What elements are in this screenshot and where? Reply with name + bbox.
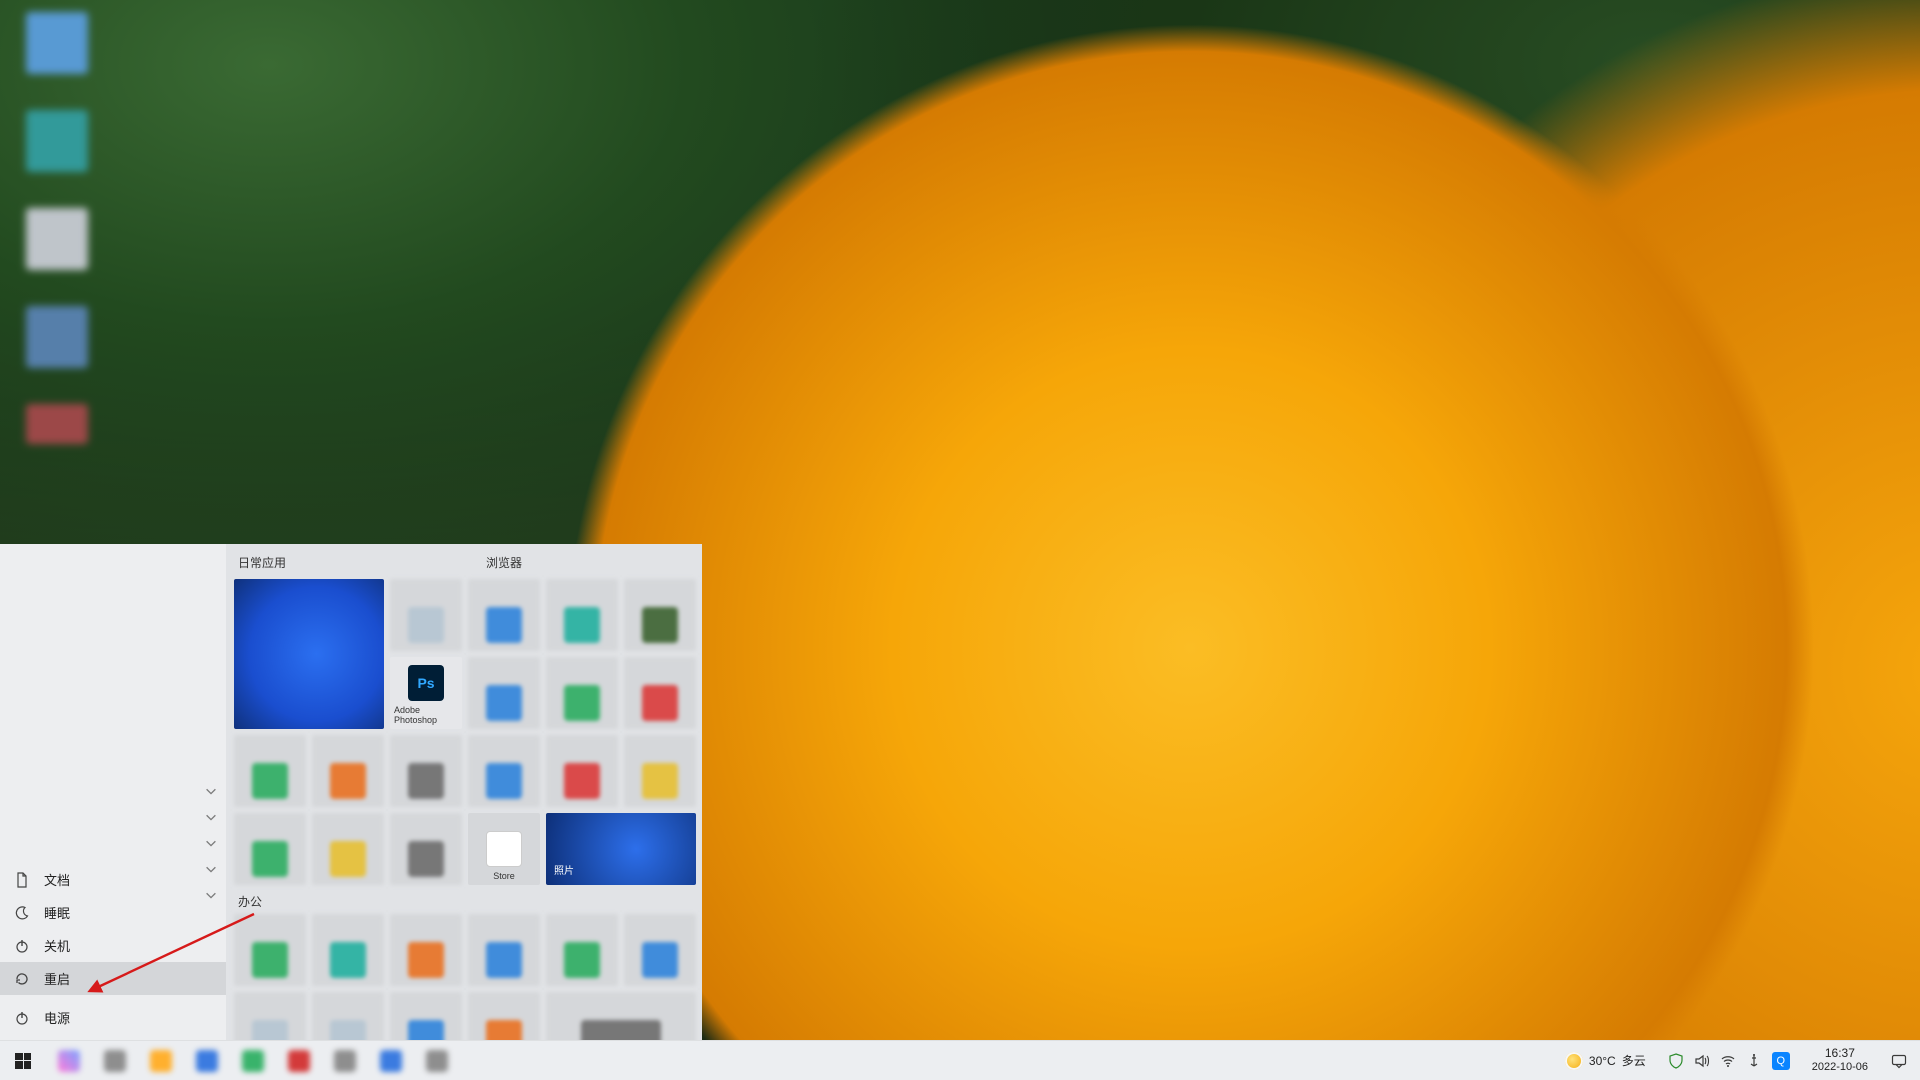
- tile[interactable]: [546, 657, 618, 729]
- moon-icon: [14, 905, 30, 921]
- tile-group-title: 日常应用: [238, 554, 286, 571]
- tile-label: Store: [493, 871, 515, 881]
- sidebar-item-shutdown[interactable]: 关机: [0, 929, 226, 962]
- tray-app-icon[interactable]: Q: [1772, 1052, 1790, 1070]
- taskbar-app[interactable]: [92, 1041, 138, 1080]
- desktop-icon[interactable]: [26, 110, 88, 172]
- tile[interactable]: [234, 914, 306, 986]
- speaker-icon[interactable]: [1694, 1053, 1710, 1069]
- chevron-down-icon[interactable]: [204, 888, 218, 902]
- taskbar-app[interactable]: [368, 1041, 414, 1080]
- tile[interactable]: [312, 813, 384, 885]
- sidebar-expanders: [204, 784, 218, 902]
- taskbar-app[interactable]: [322, 1041, 368, 1080]
- sidebar-item-documents[interactable]: 文档: [0, 863, 226, 896]
- taskbar-pinned-apps: [46, 1041, 460, 1080]
- desktop-icons: [26, 12, 88, 444]
- power-icon: [14, 938, 30, 954]
- taskbar-clock[interactable]: 16:37 2022-10-06: [1804, 1047, 1876, 1073]
- tile[interactable]: [468, 579, 540, 651]
- tile-store[interactable]: Store: [468, 813, 540, 885]
- chevron-down-icon[interactable]: [204, 862, 218, 876]
- start-menu-tiles: 日常应用 浏览器 PsAdobe Photoshop Store 照片: [226, 544, 702, 1040]
- chevron-down-icon[interactable]: [204, 784, 218, 798]
- action-center-icon: [1891, 1053, 1907, 1069]
- wifi-icon[interactable]: [1720, 1053, 1736, 1069]
- tile[interactable]: [390, 914, 462, 986]
- start-menu-sidebar: 文档 睡眠 关机 重启: [0, 544, 226, 1040]
- taskbar-app[interactable]: [138, 1041, 184, 1080]
- tile[interactable]: [312, 914, 384, 986]
- sidebar-item-restart[interactable]: 重启: [0, 962, 226, 995]
- start-button[interactable]: [0, 1041, 46, 1080]
- chevron-down-icon[interactable]: [204, 836, 218, 850]
- tile[interactable]: [546, 735, 618, 807]
- desktop-icon[interactable]: [26, 208, 88, 270]
- usb-icon[interactable]: [1746, 1053, 1762, 1069]
- desktop-icon[interactable]: [26, 404, 88, 444]
- taskbar-app[interactable]: [46, 1041, 92, 1080]
- taskbar: 30°C 多云 Q 16:37 2022-10-06: [0, 1040, 1920, 1080]
- taskbar-app[interactable]: [184, 1041, 230, 1080]
- taskbar-weather[interactable]: 30°C 多云: [1557, 1041, 1654, 1080]
- weather-cond: 多云: [1622, 1052, 1646, 1069]
- tile[interactable]: [546, 992, 696, 1040]
- start-menu: 文档 睡眠 关机 重启: [0, 544, 702, 1040]
- tile-group-title: 浏览器: [486, 554, 522, 571]
- tile[interactable]: [468, 657, 540, 729]
- chevron-down-icon[interactable]: [204, 810, 218, 824]
- sidebar-item-label: 文档: [44, 870, 70, 889]
- tile[interactable]: [624, 735, 696, 807]
- tile-label: 照片: [550, 858, 578, 881]
- tile-group-title: 办公: [232, 889, 696, 910]
- tile[interactable]: [468, 992, 540, 1040]
- taskbar-app[interactable]: [414, 1041, 460, 1080]
- tile[interactable]: [312, 992, 384, 1040]
- tile[interactable]: [390, 735, 462, 807]
- tile[interactable]: [624, 914, 696, 986]
- taskbar-app[interactable]: [230, 1041, 276, 1080]
- sidebar-item-power[interactable]: 电源: [0, 1001, 226, 1034]
- action-center-button[interactable]: [1884, 1041, 1914, 1080]
- power-icon: [14, 1010, 30, 1026]
- sidebar-item-label: 重启: [44, 969, 70, 988]
- desktop-icon[interactable]: [26, 306, 88, 368]
- sidebar-item-sleep[interactable]: 睡眠: [0, 896, 226, 929]
- tile[interactable]: [468, 914, 540, 986]
- shield-icon[interactable]: [1668, 1053, 1684, 1069]
- tile[interactable]: [312, 735, 384, 807]
- tile-large[interactable]: [234, 579, 384, 729]
- desktop-icon[interactable]: [26, 12, 88, 74]
- tile-photos[interactable]: 照片: [546, 813, 696, 885]
- system-tray: Q: [1662, 1052, 1796, 1070]
- tile[interactable]: [234, 813, 306, 885]
- sidebar-item-label: 电源: [44, 1008, 70, 1027]
- weather-icon: [1565, 1052, 1583, 1070]
- start-icon: [15, 1053, 31, 1069]
- tile-photoshop[interactable]: PsAdobe Photoshop: [390, 657, 462, 729]
- sidebar-item-label: 关机: [44, 936, 70, 955]
- tile[interactable]: [546, 579, 618, 651]
- tile-label: Adobe Photoshop: [394, 705, 458, 725]
- clock-date: 2022-10-06: [1812, 1061, 1868, 1074]
- clock-time: 16:37: [1812, 1047, 1868, 1061]
- tile[interactable]: [390, 579, 462, 651]
- document-icon: [14, 872, 30, 888]
- tile[interactable]: [624, 657, 696, 729]
- weather-temp: 30°C: [1589, 1054, 1616, 1068]
- sidebar-item-label: 睡眠: [44, 903, 70, 922]
- tile[interactable]: [234, 992, 306, 1040]
- tile[interactable]: [624, 579, 696, 651]
- tile[interactable]: [390, 813, 462, 885]
- refresh-icon: [14, 971, 30, 987]
- tile[interactable]: [390, 992, 462, 1040]
- tile[interactable]: [234, 735, 306, 807]
- tile[interactable]: [468, 735, 540, 807]
- tile[interactable]: [546, 914, 618, 986]
- taskbar-app[interactable]: [276, 1041, 322, 1080]
